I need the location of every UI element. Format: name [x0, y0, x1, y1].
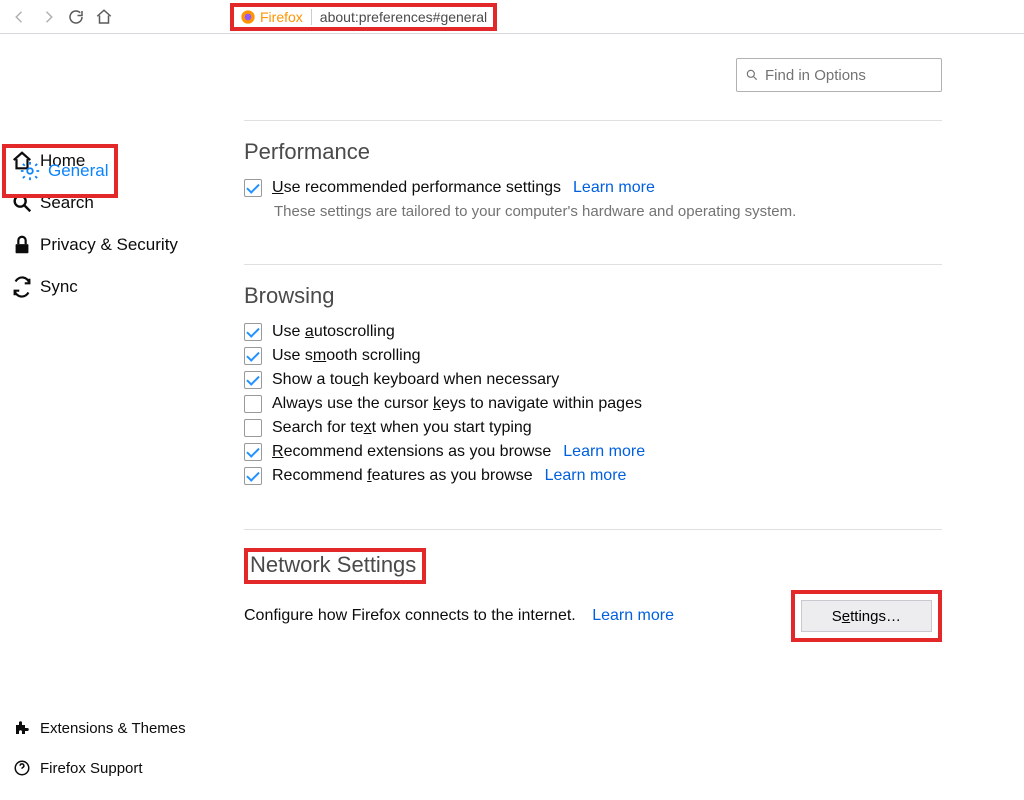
checkbox-row-cursor-keys[interactable]: Always use the cursor keys to navigate w…: [244, 395, 942, 413]
network-settings-button[interactable]: Settings…: [801, 600, 932, 632]
checkbox-row-autoscroll[interactable]: Use autoscrolling: [244, 323, 942, 341]
puzzle-icon: [8, 719, 36, 737]
divider: [244, 120, 942, 121]
sidebar-item-privacy[interactable]: Privacy & Security: [0, 224, 240, 266]
sidebar-item-label: Sync: [40, 277, 78, 297]
section-title-browsing: Browsing: [244, 283, 942, 309]
checkbox[interactable]: [244, 419, 262, 437]
sidebar-item-label: Firefox Support: [40, 760, 143, 777]
checkbox-row-touch-keyboard[interactable]: Show a touch keyboard when necessary: [244, 371, 942, 389]
section-title-network: Network Settings: [250, 552, 416, 578]
checkbox-row-recommend-extensions[interactable]: Recommend extensions as you browse Learn…: [244, 443, 942, 461]
reload-button[interactable]: [64, 5, 88, 29]
preferences-content: Find in Options Performance Use recommen…: [240, 34, 1024, 800]
sidebar-item-label: Privacy & Security: [40, 235, 178, 255]
sidebar-item-label: General: [48, 161, 108, 181]
url-bar[interactable]: Firefox about:preferences#general: [230, 3, 497, 31]
checkbox-label: Search for text when you start typing: [272, 419, 532, 437]
sidebar-item-label: Extensions & Themes: [40, 720, 186, 737]
home-button[interactable]: [92, 5, 116, 29]
sidebar-item-general[interactable]: General: [8, 150, 108, 192]
preferences-sidebar: General Home Search Privacy & Security S…: [0, 34, 240, 800]
lock-icon: [8, 234, 36, 256]
checkbox-label: Recommend extensions as you browse: [272, 443, 551, 461]
learn-more-link[interactable]: Learn more: [592, 607, 674, 624]
forward-button[interactable]: [36, 5, 60, 29]
urlbar-brand: Firefox: [260, 9, 312, 25]
checkbox-row-search-typing[interactable]: Search for text when you start typing: [244, 419, 942, 437]
network-description-row: Configure how Firefox connects to the in…: [244, 607, 674, 625]
network-description: Configure how Firefox connects to the in…: [244, 607, 576, 624]
checkbox[interactable]: [244, 395, 262, 413]
urlbar-text: about:preferences#general: [320, 9, 487, 25]
checkbox[interactable]: [244, 467, 262, 485]
highlight-settings-button: Settings…: [791, 590, 942, 642]
learn-more-link[interactable]: Learn more: [573, 179, 655, 197]
checkbox-label: Always use the cursor keys to navigate w…: [272, 395, 642, 413]
checkbox-label: Recommend features as you browse: [272, 467, 533, 485]
checkbox[interactable]: [244, 179, 262, 197]
search-placeholder: Find in Options: [765, 67, 866, 84]
sync-icon: [8, 276, 36, 298]
checkbox[interactable]: [244, 323, 262, 341]
find-in-options-input[interactable]: Find in Options: [736, 58, 942, 92]
divider: [244, 529, 942, 530]
section-title-performance: Performance: [244, 139, 942, 165]
checkbox-row-recommend-features[interactable]: Recommend features as you browse Learn m…: [244, 467, 942, 485]
highlight-network-title: Network Settings: [244, 548, 426, 584]
checkbox-label: Use autoscrolling: [272, 323, 395, 341]
highlight-general: General: [2, 144, 118, 198]
sidebar-item-support[interactable]: Firefox Support: [0, 748, 240, 788]
gear-icon: [16, 160, 44, 182]
checkbox[interactable]: [244, 371, 262, 389]
checkbox[interactable]: [244, 443, 262, 461]
checkbox-label: Show a touch keyboard when necessary: [272, 371, 559, 389]
checkbox-row-recommended-perf[interactable]: Use recommended performance settings Lea…: [244, 179, 942, 197]
back-button[interactable]: [8, 5, 32, 29]
browser-toolbar: Firefox about:preferences#general: [0, 0, 1024, 34]
checkbox[interactable]: [244, 347, 262, 365]
sidebar-item-sync[interactable]: Sync: [0, 266, 240, 308]
checkbox-label: Use recommended performance settings: [272, 179, 561, 197]
help-icon: [8, 759, 36, 777]
checkbox-row-smooth-scroll[interactable]: Use smooth scrolling: [244, 347, 942, 365]
performance-hint: These settings are tailored to your comp…: [274, 203, 942, 220]
sidebar-item-extensions[interactable]: Extensions & Themes: [0, 708, 240, 748]
checkbox-label: Use smooth scrolling: [272, 347, 421, 365]
divider: [244, 264, 942, 265]
firefox-icon: [240, 9, 256, 25]
learn-more-link[interactable]: Learn more: [545, 467, 627, 485]
search-icon: [745, 68, 759, 82]
learn-more-link[interactable]: Learn more: [563, 443, 645, 461]
